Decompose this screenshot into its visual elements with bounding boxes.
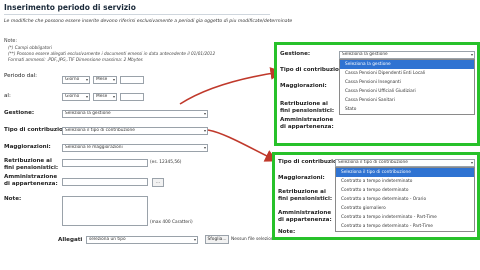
- panel2-note-label: Note:: [278, 229, 296, 235]
- periodo-dal-anno-input[interactable]: [120, 76, 144, 84]
- tipo-option[interactable]: Contratto a tempo indeterminato: [336, 177, 474, 186]
- note-field-label: Note:: [4, 196, 22, 202]
- panel2-amministrazione-label: Amministrazione di appartenenza:: [278, 210, 332, 223]
- al-label: al:: [4, 93, 11, 99]
- allegati-type-select[interactable]: seleziona un tipo ▾: [86, 236, 198, 244]
- periodo-dal-mese-select[interactable]: Mese ▾: [93, 76, 117, 84]
- tipo-option[interactable]: Contratto a tempo determinato - Orario: [336, 195, 474, 204]
- note-hint: (max 400 Caratteri): [150, 220, 193, 225]
- gestione-option[interactable]: Stato: [340, 105, 474, 114]
- panel-retribuzione-label: Retribuzione ai fini pensionistici:: [280, 101, 335, 114]
- periodo-dal-giorno-select[interactable]: Giorno ▾: [62, 76, 90, 84]
- gestione-option[interactable]: Cassa Pensioni Dipendenti Enti Locali: [340, 69, 474, 78]
- gestione-option[interactable]: Cassa Pensioni Insegnanti: [340, 78, 474, 87]
- tipo-contribuzione-select[interactable]: Seleziona il tipo di contribuzione ▾: [62, 127, 208, 135]
- gestione-option[interactable]: Cassa Pensioni Ufficiali Giudiziari: [340, 87, 474, 96]
- periodo-al-anno-input[interactable]: [120, 93, 144, 101]
- panel-gestione-select[interactable]: Seleziona la gestione ▾: [339, 51, 475, 59]
- tipo-option[interactable]: Contratto a tempo determinato: [336, 186, 474, 195]
- sfoglia-button[interactable]: Sfoglia...: [205, 235, 229, 244]
- panel-maggiorazioni-label: Maggiorazioni:: [280, 83, 327, 89]
- panel-amministrazione-label: Amministrazione di appartenenza:: [280, 117, 334, 130]
- panel-gestione-label: Gestione:: [280, 51, 311, 57]
- note-line: Formati ammessi: .PDF,.JPG,.TIF Dimensio…: [8, 57, 143, 62]
- amministrazione-lookup-button[interactable]: ...: [152, 178, 164, 187]
- tipo-option[interactable]: Contratto giornaliero: [336, 204, 474, 213]
- gestione-label: Gestione:: [4, 110, 35, 116]
- tipo-option[interactable]: Contratto a tempo indeterminato - Part-T…: [336, 213, 474, 222]
- maggiorazioni-select[interactable]: Seleziona le maggiorazioni ▾: [62, 144, 208, 152]
- amministrazione-label: Amministrazione di appartenenza:: [4, 174, 58, 187]
- gestione-options-list: Seleziona la gestione Cassa Pensioni Dip…: [339, 59, 475, 115]
- periodo-label: Periodo dal:: [4, 73, 38, 79]
- tipo-dropdown-panel: Tipo di contribuzione: Seleziona il tipo…: [272, 152, 480, 240]
- gestione-arrow: [179, 67, 284, 105]
- gestione-option[interactable]: Cassa Pensioni Sanitari: [340, 96, 474, 105]
- retribuzione-label: Retribuzione ai fini pensionistici:: [4, 158, 59, 171]
- note-line: (*) Campi obbligatori: [8, 45, 52, 50]
- retribuzione-input[interactable]: [62, 159, 148, 167]
- gestione-select[interactable]: Seleziona la gestione ▾: [62, 110, 208, 118]
- panel2-maggiorazioni-label: Maggiorazioni:: [278, 175, 325, 181]
- gestione-dropdown-panel: Gestione: Seleziona la gestione ▾ Tipo di…: [274, 42, 480, 146]
- gestione-option[interactable]: Seleziona la gestione: [340, 60, 474, 69]
- tipo-arrow: [207, 129, 278, 162]
- tipo-options-list: Seleziona il tipo di contribuzione Contr…: [335, 167, 475, 232]
- periodo-al-mese-select[interactable]: Mese ▾: [93, 93, 117, 101]
- amministrazione-input[interactable]: [62, 178, 148, 186]
- note-line: (**) Possono essere allegati esclusivame…: [8, 51, 216, 56]
- note-textarea[interactable]: [62, 196, 148, 226]
- intro-text: Le modifiche che possono essere inserite…: [4, 19, 293, 24]
- page-title: Inserimento periodo di servizio: [4, 3, 136, 12]
- maggiorazioni-label: Maggiorazioni:: [4, 144, 51, 150]
- panel2-retribuzione-label: Retribuzione ai fini pensionistici:: [278, 189, 333, 202]
- tipo-option[interactable]: Seleziona il tipo di contribuzione: [336, 168, 474, 177]
- title-divider: [4, 14, 270, 15]
- allegati-label: Allegati: [58, 237, 83, 243]
- periodo-al-giorno-select[interactable]: Giorno ▾: [62, 93, 90, 101]
- notes-heading: Note:: [4, 39, 17, 44]
- panel2-tipo-select[interactable]: Seleziona il tipo di contribuzione ▾: [335, 159, 475, 167]
- retribuzione-hint: (es. 12345,56): [150, 160, 182, 165]
- tipo-option[interactable]: Contratto a tempo determinato - Part-Tim…: [336, 222, 474, 231]
